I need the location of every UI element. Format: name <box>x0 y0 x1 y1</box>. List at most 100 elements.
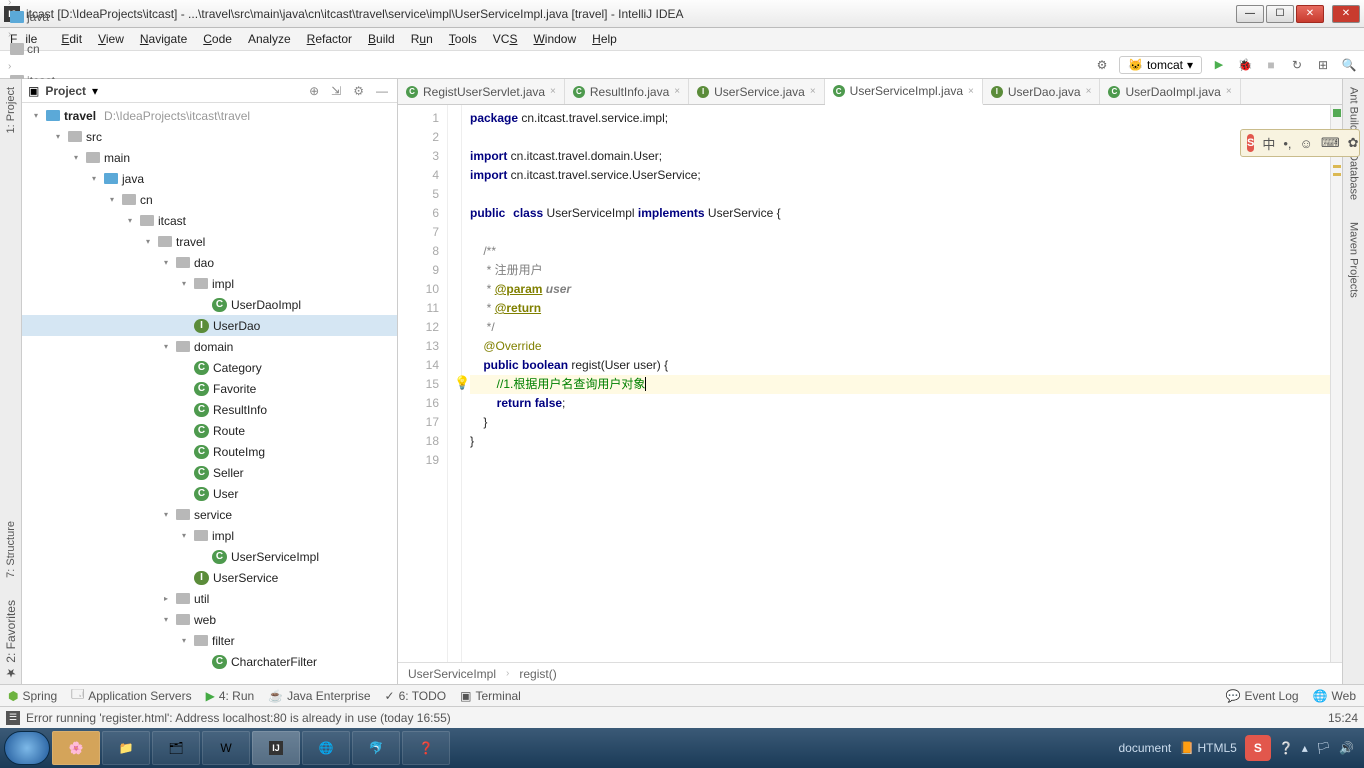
tree-row[interactable]: ▾service <box>22 504 397 525</box>
menu-analyze[interactable]: Analyze <box>240 29 299 49</box>
tree-arrow[interactable]: ▾ <box>52 132 64 141</box>
warning-marker[interactable] <box>1333 173 1341 176</box>
tree-root[interactable]: ▾ travel D:\IdeaProjects\itcast\travel <box>22 105 397 126</box>
project-view-icon[interactable]: ▣ <box>28 84 39 98</box>
tray-icon[interactable]: ▴ <box>1302 741 1308 755</box>
tree-row[interactable]: ▾src <box>22 126 397 147</box>
tree-row[interactable]: CRouteImg <box>22 441 397 462</box>
rail-project[interactable]: 1: Project <box>5 83 17 137</box>
tab-close-icon[interactable]: × <box>810 86 816 97</box>
ime-lang[interactable]: 中 <box>1262 134 1275 153</box>
tab-close-icon[interactable]: × <box>1086 86 1092 97</box>
tree-arrow[interactable]: ▾ <box>106 195 118 204</box>
taskbar-chrome[interactable]: 🌐 <box>302 731 350 765</box>
editor-breadcrumb[interactable]: UserServiceImpl › regist() <box>398 662 1342 684</box>
rail-maven[interactable]: Maven Projects <box>1348 218 1360 302</box>
editor-tab[interactable]: IUserService.java× <box>689 79 825 104</box>
ime-smile-icon[interactable]: ☺ <box>1300 136 1313 151</box>
scroll-from-source-icon[interactable]: ⊕ <box>306 84 322 98</box>
taskbar-help[interactable]: ❓ <box>402 731 450 765</box>
rail-favorites[interactable]: ★ 2: Favorites <box>4 596 18 684</box>
tool-spring[interactable]: ⬢Spring <box>8 689 57 703</box>
tree-row[interactable]: ▸util <box>22 588 397 609</box>
taskbar-explorer[interactable]: 📁 <box>102 731 150 765</box>
editor-tab[interactable]: IUserDao.java× <box>983 79 1101 104</box>
tree-row[interactable]: ▾itcast <box>22 210 397 231</box>
menu-vcs[interactable]: VCS <box>485 29 526 49</box>
tree-row[interactable]: ▾domain <box>22 336 397 357</box>
tree-row[interactable]: ▾impl <box>22 273 397 294</box>
line-gutter[interactable]: 12345678910111213141516171819 <box>398 105 448 662</box>
taskbar-word[interactable]: W <box>202 731 250 765</box>
tree-row[interactable]: ▾java <box>22 168 397 189</box>
crumb-item[interactable]: cn <box>6 40 120 58</box>
menu-run[interactable]: Run <box>403 29 441 49</box>
search-icon[interactable]: 🔍 <box>1340 56 1358 74</box>
menu-navigate[interactable]: Navigate <box>132 29 195 49</box>
status-icon[interactable]: ☰ <box>6 711 20 725</box>
tree-row[interactable]: IUserDao <box>22 315 397 336</box>
hide-icon[interactable]: — <box>373 84 391 98</box>
start-button[interactable] <box>4 731 50 765</box>
editor-body[interactable]: 12345678910111213141516171819 💡 package … <box>398 105 1342 662</box>
tree-row[interactable]: ▾main <box>22 147 397 168</box>
ime-keyboard-icon[interactable]: ⌨ <box>1321 135 1340 151</box>
editor-tab[interactable]: CUserDaoImpl.java× <box>1100 79 1240 104</box>
code-editor[interactable]: package cn.itcast.travel.service.impl; i… <box>462 105 1330 662</box>
tree-row[interactable]: CCategory <box>22 357 397 378</box>
tab-close-icon[interactable]: × <box>1226 86 1232 97</box>
tool-javaee[interactable]: ☕Java Enterprise <box>268 689 370 703</box>
editor-tab[interactable]: CRegistUserServlet.java× <box>398 79 565 104</box>
tool-run[interactable]: ▶4: Run <box>206 689 255 703</box>
gear-icon[interactable]: ⚙ <box>350 84 367 98</box>
tree-row[interactable]: CFavorite <box>22 378 397 399</box>
tree-arrow[interactable]: ▾ <box>160 342 172 351</box>
menu-code[interactable]: Code <box>195 29 240 49</box>
tree-arrow[interactable]: ▾ <box>70 153 82 162</box>
tree-row[interactable]: IUserService <box>22 567 397 588</box>
tree-row[interactable]: CUser <box>22 483 397 504</box>
tab-close-icon[interactable]: × <box>968 86 974 97</box>
editor-tab[interactable]: CUserServiceImpl.java× <box>825 79 983 105</box>
taskbar-intellij[interactable]: IJ <box>252 731 300 765</box>
tree-arrow[interactable]: ▾ <box>124 216 136 225</box>
tree-row[interactable]: ▾cn <box>22 189 397 210</box>
tree-row[interactable]: CCharchaterFilter <box>22 651 397 672</box>
crumb-method[interactable]: regist() <box>519 667 556 681</box>
crumb-class[interactable]: UserServiceImpl <box>408 667 496 681</box>
menu-window[interactable]: Window <box>525 29 584 49</box>
editor-tab[interactable]: CResultInfo.java× <box>565 79 689 104</box>
tool-web[interactable]: 🌐Web <box>1313 689 1356 703</box>
ime-settings-icon[interactable]: ✿ <box>1348 135 1359 151</box>
debug-button[interactable]: 🐞 <box>1236 56 1254 74</box>
tool-terminal[interactable]: ▣Terminal <box>460 689 521 703</box>
tree-arrow[interactable]: ▾ <box>160 510 172 519</box>
rail-database[interactable]: Database <box>1348 149 1360 204</box>
tree-arrow[interactable]: ▾ <box>160 615 172 624</box>
maximize-button[interactable]: ☐ <box>1266 5 1294 23</box>
warning-marker[interactable] <box>1333 165 1341 168</box>
run-config-select[interactable]: 🐱 tomcat ▾ <box>1119 56 1202 74</box>
tree-arrow[interactable]: ▾ <box>88 174 100 183</box>
tree-row[interactable]: CUserServiceImpl <box>22 546 397 567</box>
menu-tools[interactable]: Tools <box>441 29 485 49</box>
tree-row[interactable]: CSeller <box>22 462 397 483</box>
tab-close-icon[interactable]: × <box>550 86 556 97</box>
crumb-item[interactable]: java <box>6 8 120 26</box>
marker-bar[interactable] <box>1330 105 1342 662</box>
tree-arrow[interactable]: ▾ <box>178 531 190 540</box>
tree-row[interactable]: ▾travel <box>22 231 397 252</box>
tray-volume[interactable]: 🔊 <box>1339 741 1354 755</box>
collapse-icon[interactable]: ⇲ <box>328 84 344 98</box>
tree-arrow[interactable]: ▾ <box>160 258 172 267</box>
chevron-down-icon[interactable]: ▾ <box>92 84 98 98</box>
tool-eventlog[interactable]: 💬Event Log <box>1226 689 1299 703</box>
taskbar-dolphin[interactable]: 🐬 <box>352 731 400 765</box>
tool-todo[interactable]: ✓6: TODO <box>385 689 447 703</box>
menu-refactor[interactable]: Refactor <box>299 29 360 49</box>
menu-build[interactable]: Build <box>360 29 403 49</box>
stop-button[interactable]: ■ <box>1262 56 1280 74</box>
tree-arrow[interactable]: ▾ <box>178 279 190 288</box>
taskbar-files[interactable]: 🗂 <box>152 731 200 765</box>
secondary-close-button[interactable]: ✕ <box>1332 5 1360 23</box>
